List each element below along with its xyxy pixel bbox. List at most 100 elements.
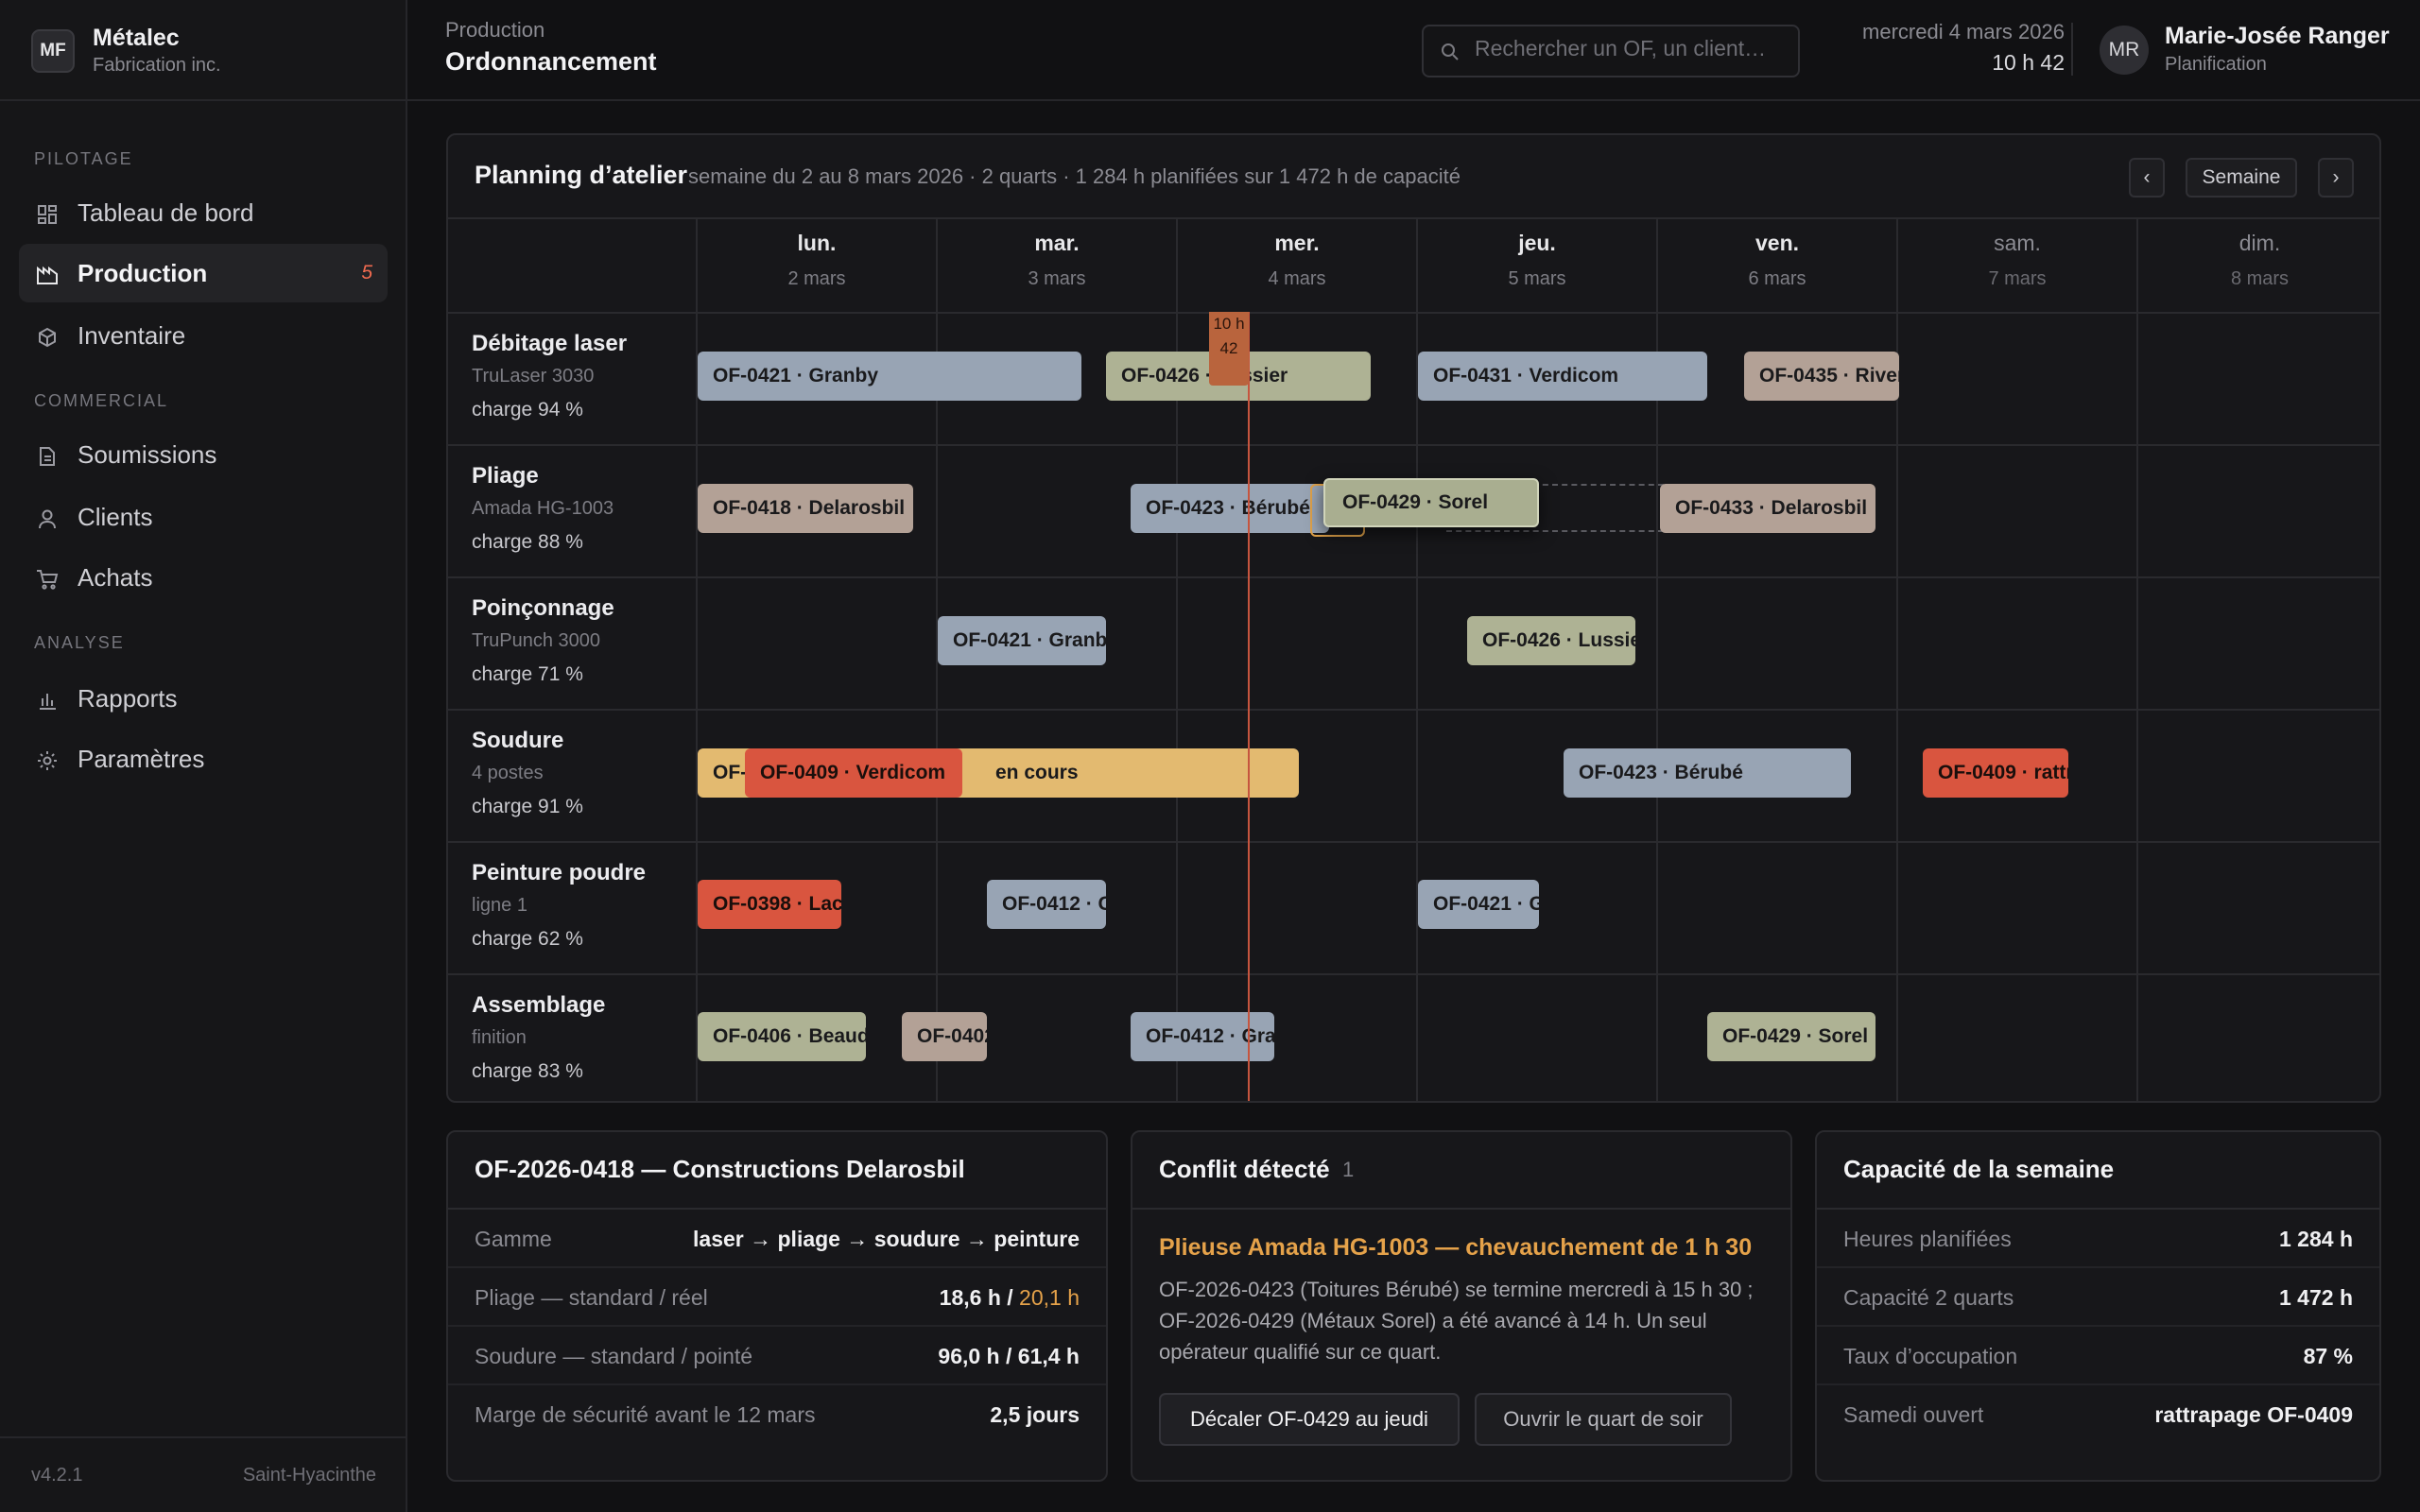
sidebar-item-parametres[interactable]: Paramètres <box>19 730 388 788</box>
sidebar-item-label: Inventaire <box>78 320 186 350</box>
conflict-card-header: Conflit détecté 1 <box>1132 1132 1790 1210</box>
plant-location: Saint-Hyacinthe <box>242 1465 376 1486</box>
order-title: OF-2026-0418 — Constructions Delarosbil <box>475 1155 965 1183</box>
day-name: jeu. <box>1518 231 1556 255</box>
gear-icon <box>36 749 59 772</box>
capacity-label: Capacité 2 quarts <box>1843 1285 2014 1310</box>
current-date: mercredi 4 mars 2026 <box>1862 20 2065 43</box>
job-bar[interactable]: OF-0398 · Lacasse <box>698 880 841 929</box>
resource-machine: ligne 1 <box>472 895 527 916</box>
detail-row: Gamme laser → pliage → soudure → peinture <box>448 1210 1106 1268</box>
resource-name: Pliage <box>472 463 539 489</box>
detail-row: Soudure — standard / pointé 96,0 h / 61,4… <box>448 1327 1106 1385</box>
actual-hours-over: 20,1 h <box>1019 1285 1080 1310</box>
prev-week-button[interactable]: ‹ <box>2129 158 2165 198</box>
dragged-job-bar[interactable]: OF-0429 · Sorel <box>1323 478 1539 527</box>
job-bar[interactable]: OF-0421 · Granby <box>1418 880 1539 929</box>
day-name: ven. <box>1754 231 1800 255</box>
day-date: 5 mars <box>1508 268 1566 289</box>
user-icon <box>36 507 59 530</box>
next-week-button[interactable]: › <box>2318 158 2354 198</box>
resource-name: Poinçonnage <box>472 595 614 621</box>
section-label-commercial: COMMERCIAL <box>34 391 169 410</box>
job-bar[interactable]: OF-0435 · Riverin <box>1744 352 1899 401</box>
detail-value: 2,5 jours <box>990 1402 1080 1427</box>
job-bar[interactable]: OF-0409 · rattrapage <box>1923 748 2068 798</box>
day-name: sam. <box>1994 231 2041 255</box>
day-date: 6 mars <box>1748 268 1806 289</box>
job-bar-in-progress[interactable]: OF-0409 · Verdicom en cours <box>745 748 1079 798</box>
sidebar-item-label: Tableau de bord <box>78 198 254 227</box>
current-time: 10 h 42 <box>1992 50 2065 75</box>
in-progress-label: en cours <box>995 762 1079 783</box>
brand-subtitle: Fabrication inc. <box>93 55 221 76</box>
job-bar[interactable]: OF-0431 · Verdicom <box>1418 352 1707 401</box>
user-name[interactable]: Marie-Josée Ranger <box>2165 23 2390 50</box>
document-icon <box>36 445 59 468</box>
order-details-card: OF-2026-0418 — Constructions Delarosbil … <box>446 1130 1108 1482</box>
job-bar[interactable]: OF-0402 · Lacasse <box>902 1012 987 1061</box>
capacity-row: Samedi ouvert rattrapage OF-0409 <box>1817 1385 2379 1444</box>
detail-label: Pliage — standard / réel <box>475 1285 708 1310</box>
avatar[interactable]: MR <box>2100 26 2149 75</box>
brand-logo: MF <box>31 29 75 73</box>
sidebar-item-label: Achats <box>78 562 153 592</box>
sidebar-item-label: Production <box>78 258 208 287</box>
job-bar[interactable]: OF-0412 · Granby <box>1131 1012 1274 1061</box>
resource-load: charge 91 % <box>472 796 583 817</box>
detail-row: Pliage — standard / réel 18,6 h / 20,1 h <box>448 1268 1106 1327</box>
job-bar[interactable]: OF-0433 · Delarosbil <box>1660 484 1876 533</box>
sidebar-item-achats[interactable]: Achats <box>19 548 388 607</box>
page-title: Ordonnancement <box>445 47 657 76</box>
job-bar[interactable]: OF-0421 · Granby <box>938 616 1106 665</box>
resource-machine: 4 postes <box>472 763 544 783</box>
job-bar[interactable]: OF-0429 · Sorel <box>1707 1012 1876 1061</box>
day-name: lun. <box>797 231 837 255</box>
resource-name: Peinture poudre <box>472 860 647 885</box>
day-date: 8 mars <box>2230 268 2290 289</box>
factory-icon <box>36 264 59 286</box>
job-bar[interactable]: OF-0406 · Beaudoin <box>698 1012 866 1061</box>
section-label-analyse: ANALYSE <box>34 633 125 652</box>
job-bar[interactable]: OF-0412 · Granby <box>987 880 1106 929</box>
job-bar[interactable]: OF-0418 · Delarosbil <box>698 484 913 533</box>
current-time-line <box>1248 312 1250 1101</box>
resource-load: charge 62 % <box>472 928 583 950</box>
open-evening-shift-button[interactable]: Ouvrir le quart de soir <box>1475 1393 1732 1446</box>
user-role: Planification <box>2165 54 2267 75</box>
production-count-badge: 5 <box>361 262 372 284</box>
resource-load: charge 83 % <box>472 1060 583 1082</box>
schedule-subtitle: semaine du 2 au 8 mars 2026 · 2 quarts ·… <box>688 164 1461 188</box>
day-date: 2 mars <box>787 268 846 289</box>
sidebar-item-tableau-de-bord[interactable]: Tableau de bord <box>19 183 388 242</box>
search-icon <box>1441 43 1460 66</box>
detail-value: laser → pliage → soudure → peinture <box>693 1227 1080 1251</box>
capacity-row: Capacité 2 quarts 1 472 h <box>1817 1268 2379 1327</box>
sidebar-item-soumissions[interactable]: Soumissions <box>19 425 388 484</box>
order-card-header: OF-2026-0418 — Constructions Delarosbil <box>448 1132 1106 1210</box>
search-input[interactable]: Rechercher un OF, un client… <box>1422 25 1800 77</box>
view-selector-button[interactable]: Semaine <box>2186 158 2297 198</box>
detail-value: 96,0 h / 61,4 h <box>938 1344 1080 1368</box>
sidebar-item-rapports[interactable]: Rapports <box>19 669 388 728</box>
job-bar[interactable]: OF-0423 · Bérubé <box>1564 748 1851 798</box>
sidebar-item-clients[interactable]: Clients <box>19 488 388 546</box>
search-placeholder: Rechercher un OF, un client… <box>1475 36 1767 60</box>
resource-machine: Amada HG-1003 <box>472 498 614 519</box>
sidebar: MF Métalec Fabrication inc. PILOTAGE Tab… <box>0 0 407 1512</box>
breadcrumb[interactable]: Production <box>445 18 544 43</box>
schedule-card: Planning d’atelier semaine du 2 au 8 mar… <box>446 133 2381 1103</box>
capacity-value: 87 % <box>2303 1344 2353 1368</box>
box-icon <box>36 326 59 349</box>
capacity-row: Heures planifiées 1 284 h <box>1817 1210 2379 1268</box>
sidebar-item-inventaire[interactable]: Inventaire <box>19 306 388 365</box>
job-bar[interactable]: OF-0426 · Lussier <box>1467 616 1635 665</box>
sidebar-item-production[interactable]: Production 5 <box>19 244 388 302</box>
resource-load: charge 71 % <box>472 663 583 685</box>
job-bar[interactable]: OF-0421 · Granby <box>698 352 1081 401</box>
job-bar[interactable]: OF-0423 · Bérubé <box>1131 484 1329 533</box>
conflict-count: 1 <box>1342 1158 1355 1181</box>
resource-machine: TruLaser 3030 <box>472 366 595 387</box>
job-bar-label: OF-0409 · Verdicom <box>760 762 946 783</box>
postpone-order-button[interactable]: Décaler OF-0429 au jeudi <box>1159 1393 1460 1446</box>
